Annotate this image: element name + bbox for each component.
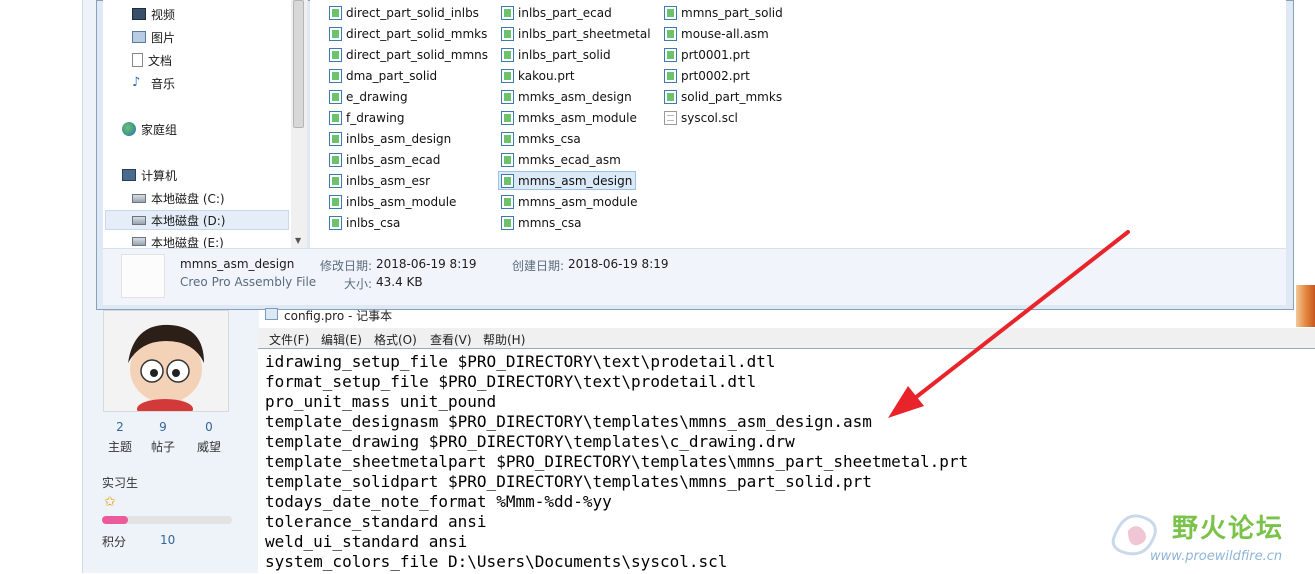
red-arrow-icon <box>888 230 1130 418</box>
watermark-text: 野火论坛 <box>1172 514 1285 544</box>
watermark-url: www.proewildfire.cn <box>1150 549 1283 564</box>
